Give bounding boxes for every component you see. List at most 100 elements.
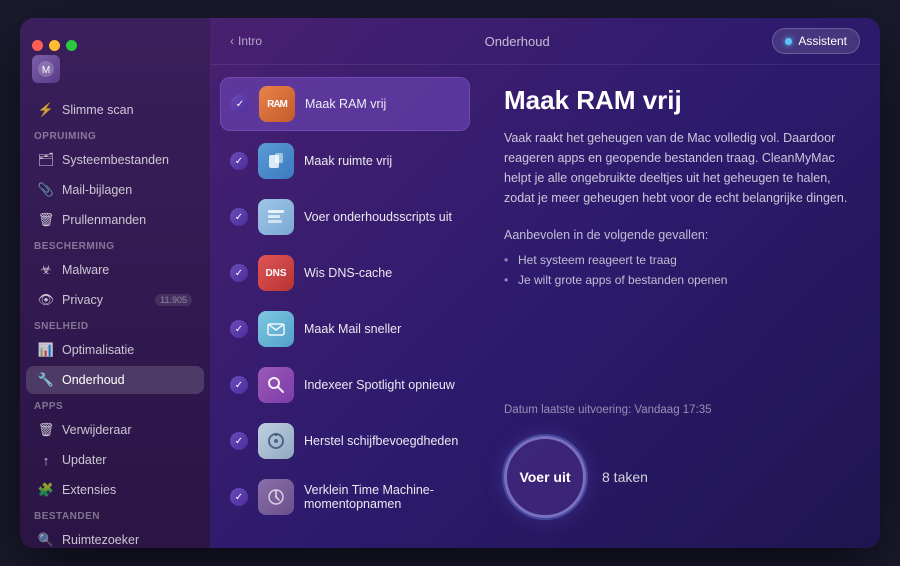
mail-bijlagen-icon: 📎 [38, 182, 54, 198]
run-button[interactable]: Voer uit [504, 436, 586, 518]
task-icon-mail [258, 311, 294, 347]
sidebar-item-slimme-scan[interactable]: ⚡ Slimme scan [26, 96, 204, 124]
task-item-maak-mail-sneller[interactable]: ✓ Maak Mail sneller [220, 303, 470, 355]
task-icon-spotlight [258, 367, 294, 403]
sidebar-item-extensies[interactable]: 🧩 Extensies [26, 476, 204, 504]
sidebar-item-updater[interactable]: ↑ Updater [26, 446, 204, 474]
sidebar-item-systeembestanden[interactable]: 🗂 Systeembestanden [26, 146, 204, 174]
detail-recommended: Aanbevolen in de volgende gevallen: [504, 228, 856, 242]
task-list: ✓ RAM Maak RAM vrij ✓ Maak ruimte vrij ✓ [210, 65, 480, 548]
task-icon-files [258, 143, 294, 179]
task-label: Indexeer Spotlight opnieuw [304, 378, 455, 392]
sidebar-item-optimalisatie[interactable]: 📊 Optimalisatie [26, 336, 204, 364]
task-label: Herstel schijfbevoegdheden [304, 434, 458, 448]
main-window: M ⚡ Slimme scan Opruiming 🗂 Systeembesta… [20, 18, 880, 548]
sidebar-item-onderhoud[interactable]: 🔧 Onderhoud [26, 366, 204, 394]
sidebar-item-label: Updater [62, 453, 192, 467]
tasks-count: 8 taken [602, 469, 648, 485]
sidebar-item-privacy[interactable]: 👁 Privacy 11.905 [26, 286, 204, 314]
task-icon-dns: DNS [258, 255, 294, 291]
task-item-wis-dns-cache[interactable]: ✓ DNS Wis DNS-cache [220, 247, 470, 299]
window-controls [20, 30, 210, 51]
assistant-label: Assistent [798, 34, 847, 48]
prullenmanden-icon: 🗑 [38, 212, 54, 228]
sidebar-item-label: Slimme scan [62, 103, 192, 117]
content-area: ✓ RAM Maak RAM vrij ✓ Maak ruimte vrij ✓ [210, 65, 880, 548]
minimize-button[interactable] [49, 40, 60, 51]
sidebar: M ⚡ Slimme scan Opruiming 🗂 Systeembesta… [20, 18, 210, 548]
task-icon-scripts [258, 199, 294, 235]
task-item-verklein-time-machine[interactable]: ✓ Verklein Time Machine-momentopnamen [220, 471, 470, 523]
privacy-badge: 11.905 [155, 294, 192, 306]
sidebar-item-label: Prullenmanden [62, 213, 192, 227]
bullet-2: Je wilt grote apps of bestanden openen [504, 270, 856, 290]
section-label-bescherming: Bescherming [20, 235, 210, 255]
task-label: Verklein Time Machine-momentopnamen [304, 483, 460, 511]
section-label-bestanden: Bestanden [20, 505, 210, 525]
spacer [504, 290, 856, 404]
task-check: ✓ [230, 264, 248, 282]
detail-description: Vaak raakt het geheugen van de Mac volle… [504, 128, 856, 208]
bullet-1: Het systeem reageert te traag [504, 250, 856, 270]
last-run-label: Datum laatste uitvoering: Vandaag 17:35 [504, 404, 856, 416]
task-label: Voer onderhoudsscripts uit [304, 210, 452, 224]
task-check: ✓ [230, 320, 248, 338]
run-section: Voer uit 8 taken [504, 436, 856, 518]
sidebar-item-mail-bijlagen[interactable]: 📎 Mail-bijlagen [26, 176, 204, 204]
task-label: Maak RAM vrij [305, 97, 386, 111]
sidebar-item-malware[interactable]: ☣ Malware [26, 256, 204, 284]
detail-panel: Maak RAM vrij Vaak raakt het geheugen va… [480, 65, 880, 548]
main-content: ‹ Intro Onderhoud Assistent ✓ RAM Maak R… [210, 18, 880, 548]
task-check: ✓ [230, 208, 248, 226]
updater-icon: ↑ [38, 452, 54, 468]
slimme-scan-icon: ⚡ [38, 102, 54, 118]
task-label: Wis DNS-cache [304, 266, 392, 280]
sidebar-item-prullenmanden[interactable]: 🗑 Prullenmanden [26, 206, 204, 234]
task-item-indexeer-spotlight[interactable]: ✓ Indexeer Spotlight opnieuw [220, 359, 470, 411]
task-check: ✓ [230, 376, 248, 394]
detail-title: Maak RAM vrij [504, 85, 856, 116]
svg-text:M: M [42, 65, 50, 76]
sidebar-item-verwijderaar[interactable]: 🗑 Verwijderaar [26, 416, 204, 444]
task-item-herstel-schijfbevoegdheden[interactable]: ✓ Herstel schijfbevoegdheden [220, 415, 470, 467]
assistant-dot [785, 38, 792, 45]
back-nav[interactable]: ‹ Intro [230, 34, 262, 48]
malware-icon: ☣ [38, 262, 54, 278]
sidebar-item-label: Extensies [62, 483, 192, 497]
privacy-icon: 👁 [38, 292, 54, 308]
detail-bullets: Het systeem reageert te traag Je wilt gr… [504, 250, 856, 290]
app-icon: M [32, 55, 60, 83]
task-check: ✓ [230, 432, 248, 450]
sidebar-item-label: Malware [62, 263, 192, 277]
maximize-button[interactable] [66, 40, 77, 51]
sidebar-item-label: Optimalisatie [62, 343, 192, 357]
chevron-left-icon: ‹ [230, 34, 234, 48]
assistant-button[interactable]: Assistent [772, 28, 860, 54]
close-button[interactable] [32, 40, 43, 51]
section-title: Onderhoud [485, 34, 550, 49]
onderhoud-icon: 🔧 [38, 372, 54, 388]
task-check: ✓ [230, 152, 248, 170]
sidebar-item-ruimtezoeker[interactable]: 🔍 Ruimtezoeker [26, 526, 204, 548]
section-label-apps: Apps [20, 395, 210, 415]
back-nav-label: Intro [238, 34, 262, 48]
sidebar-item-label: Privacy [62, 293, 147, 307]
sidebar-item-label: Ruimtezoeker [62, 533, 192, 547]
ruimtezoeker-icon: 🔍 [38, 532, 54, 548]
task-check: ✓ [231, 95, 249, 113]
task-label: Maak Mail sneller [304, 322, 401, 336]
task-item-onderhoudsscripts[interactable]: ✓ Voer onderhoudsscripts uit [220, 191, 470, 243]
verwijderaar-icon: 🗑 [38, 422, 54, 438]
sidebar-item-label: Verwijderaar [62, 423, 192, 437]
section-label-opruiming: Opruiming [20, 125, 210, 145]
task-item-maak-ram-vrij[interactable]: ✓ RAM Maak RAM vrij [220, 77, 470, 131]
task-icon-timemachine [258, 479, 294, 515]
sidebar-item-label: Mail-bijlagen [62, 183, 192, 197]
sidebar-item-label: Onderhoud [62, 373, 192, 387]
run-button-label: Voer uit [519, 469, 570, 485]
optimalisatie-icon: 📊 [38, 342, 54, 358]
systeembestanden-icon: 🗂 [38, 152, 54, 168]
task-item-maak-ruimte-vrij[interactable]: ✓ Maak ruimte vrij [220, 135, 470, 187]
section-label-snelheid: Snelheid [20, 315, 210, 335]
task-label: Maak ruimte vrij [304, 154, 392, 168]
